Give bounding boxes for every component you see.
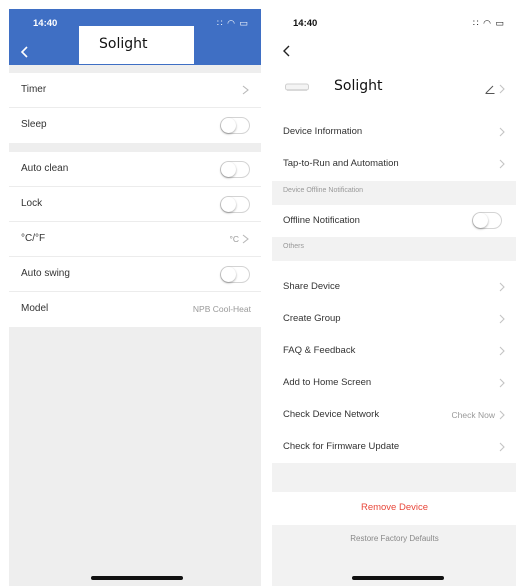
home-indicator[interactable] — [91, 576, 183, 580]
add-home-screen-label: Add to Home Screen — [283, 377, 372, 388]
page-title: Solight — [99, 36, 148, 52]
chevron-right-icon — [499, 127, 505, 137]
device-information-label: Device Information — [283, 126, 363, 137]
timer-row[interactable]: Timer — [9, 73, 261, 108]
device-name: Solight — [334, 78, 383, 94]
chevron-right-icon — [499, 314, 505, 324]
back-arrow-icon[interactable] — [281, 44, 293, 58]
home-indicator[interactable] — [352, 576, 444, 580]
sleep-toggle[interactable] — [220, 117, 250, 134]
restore-defaults-button[interactable]: Restore Factory Defaults — [350, 534, 438, 543]
setting-value: NPB Cool-Heat — [192, 304, 251, 314]
setting-label: Model — [21, 303, 49, 314]
header-bar: 14:40 ∷ ◠ ▭ Solight — [9, 9, 261, 65]
model-row: Model NPB Cool-Heat — [9, 292, 261, 327]
chevron-right-icon — [499, 346, 505, 356]
setting-label: Sleep — [21, 119, 47, 130]
setting-label: Lock — [21, 198, 43, 209]
offline-notification-toggle[interactable] — [472, 212, 502, 229]
auto-swing-toggle[interactable] — [220, 266, 250, 283]
share-device-item[interactable]: Share Device — [272, 271, 516, 303]
status-time: 14:40 — [293, 18, 318, 29]
air-conditioner-icon — [285, 83, 309, 91]
c-f-row[interactable]: °C/°F °C — [9, 222, 261, 257]
auto-clean-toggle[interactable] — [220, 161, 250, 178]
chevron-right-icon — [242, 234, 249, 244]
remove-device-button[interactable]: Remove Device — [272, 492, 516, 524]
device-info-group: Device Information Tap-to-Run and Automa… — [272, 116, 516, 180]
check-now-link[interactable]: Check Now — [452, 410, 495, 420]
section-label: Others — [283, 243, 305, 250]
others-section-header: Others — [272, 237, 516, 261]
device-header-row[interactable]: Solight — [272, 65, 516, 115]
remove-device-label: Remove Device — [360, 502, 429, 513]
sleep-row[interactable]: Sleep — [9, 108, 261, 143]
system-status-icons: ∷ ◠ ▭ — [472, 18, 505, 28]
lock-toggle[interactable] — [220, 196, 250, 213]
setting-label: °C/°F — [21, 233, 46, 244]
device-settings-screen: 14:40 ∷ ◠ ▭ Solight Timer Sleep Auto clea… — [9, 9, 261, 586]
share-device-label: Share Device — [283, 281, 341, 292]
auto-swing-row[interactable]: Auto swing — [9, 257, 261, 292]
chevron-right-icon — [499, 84, 505, 94]
offline-notification-item: Offline Notification — [272, 205, 516, 237]
check-network-item[interactable]: Check Device Network Check Now — [272, 399, 516, 431]
chevron-right-icon — [499, 442, 505, 452]
setting-label: Auto clean — [21, 163, 69, 174]
device-details-screen: 14:40 ∷ ◠ ▭ Solight Device Information T… — [272, 9, 516, 586]
spacer — [272, 463, 516, 492]
others-group: Share Device Create Group FAQ & Feedback… — [272, 271, 516, 463]
back-arrow-icon[interactable] — [19, 45, 31, 59]
setting-label: Auto swing — [21, 268, 70, 279]
chevron-right-icon — [499, 159, 505, 169]
section-label: Device Offline Notification — [283, 187, 364, 194]
chevron-right-icon — [499, 378, 505, 388]
chevron-right-icon — [499, 282, 505, 292]
create-group-item[interactable]: Create Group — [272, 303, 516, 335]
title-box: Solight — [79, 26, 194, 64]
settings-group-1: Timer Sleep — [9, 73, 261, 143]
chevron-right-icon — [499, 410, 505, 420]
firmware-update-item[interactable]: Check for Firmware Update — [272, 431, 516, 463]
system-status-icons: ∷ ◠ ▭ — [216, 18, 249, 28]
offline-section-header: Device Offline Notification — [272, 181, 516, 205]
lock-row[interactable]: Lock — [9, 187, 261, 222]
faq-feedback-item[interactable]: FAQ & Feedback — [272, 335, 516, 367]
device-information-item[interactable]: Device Information — [272, 116, 516, 148]
offline-notification-label: Offline Notification — [283, 215, 360, 226]
add-home-screen-item[interactable]: Add to Home Screen — [272, 367, 516, 399]
firmware-update-label: Check for Firmware Update — [283, 441, 400, 452]
setting-label: Timer — [21, 84, 47, 95]
tap-to-run-label: Tap-to-Run and Automation — [283, 158, 399, 169]
create-group-label: Create Group — [283, 313, 341, 324]
setting-value: °C — [229, 234, 239, 244]
auto-clean-row[interactable]: Auto clean — [9, 152, 261, 187]
edit-pencil-icon[interactable] — [485, 84, 495, 94]
status-time: 14:40 — [33, 18, 58, 29]
tap-to-run-item[interactable]: Tap-to-Run and Automation — [272, 148, 516, 180]
chevron-right-icon — [242, 85, 249, 95]
offline-group: Offline Notification — [272, 205, 516, 237]
check-network-label: Check Device Network — [283, 409, 380, 420]
faq-feedback-label: FAQ & Feedback — [283, 345, 356, 356]
settings-group-2: Auto clean Lock °C/°F °C Auto swing Model NPB … — [9, 152, 261, 327]
